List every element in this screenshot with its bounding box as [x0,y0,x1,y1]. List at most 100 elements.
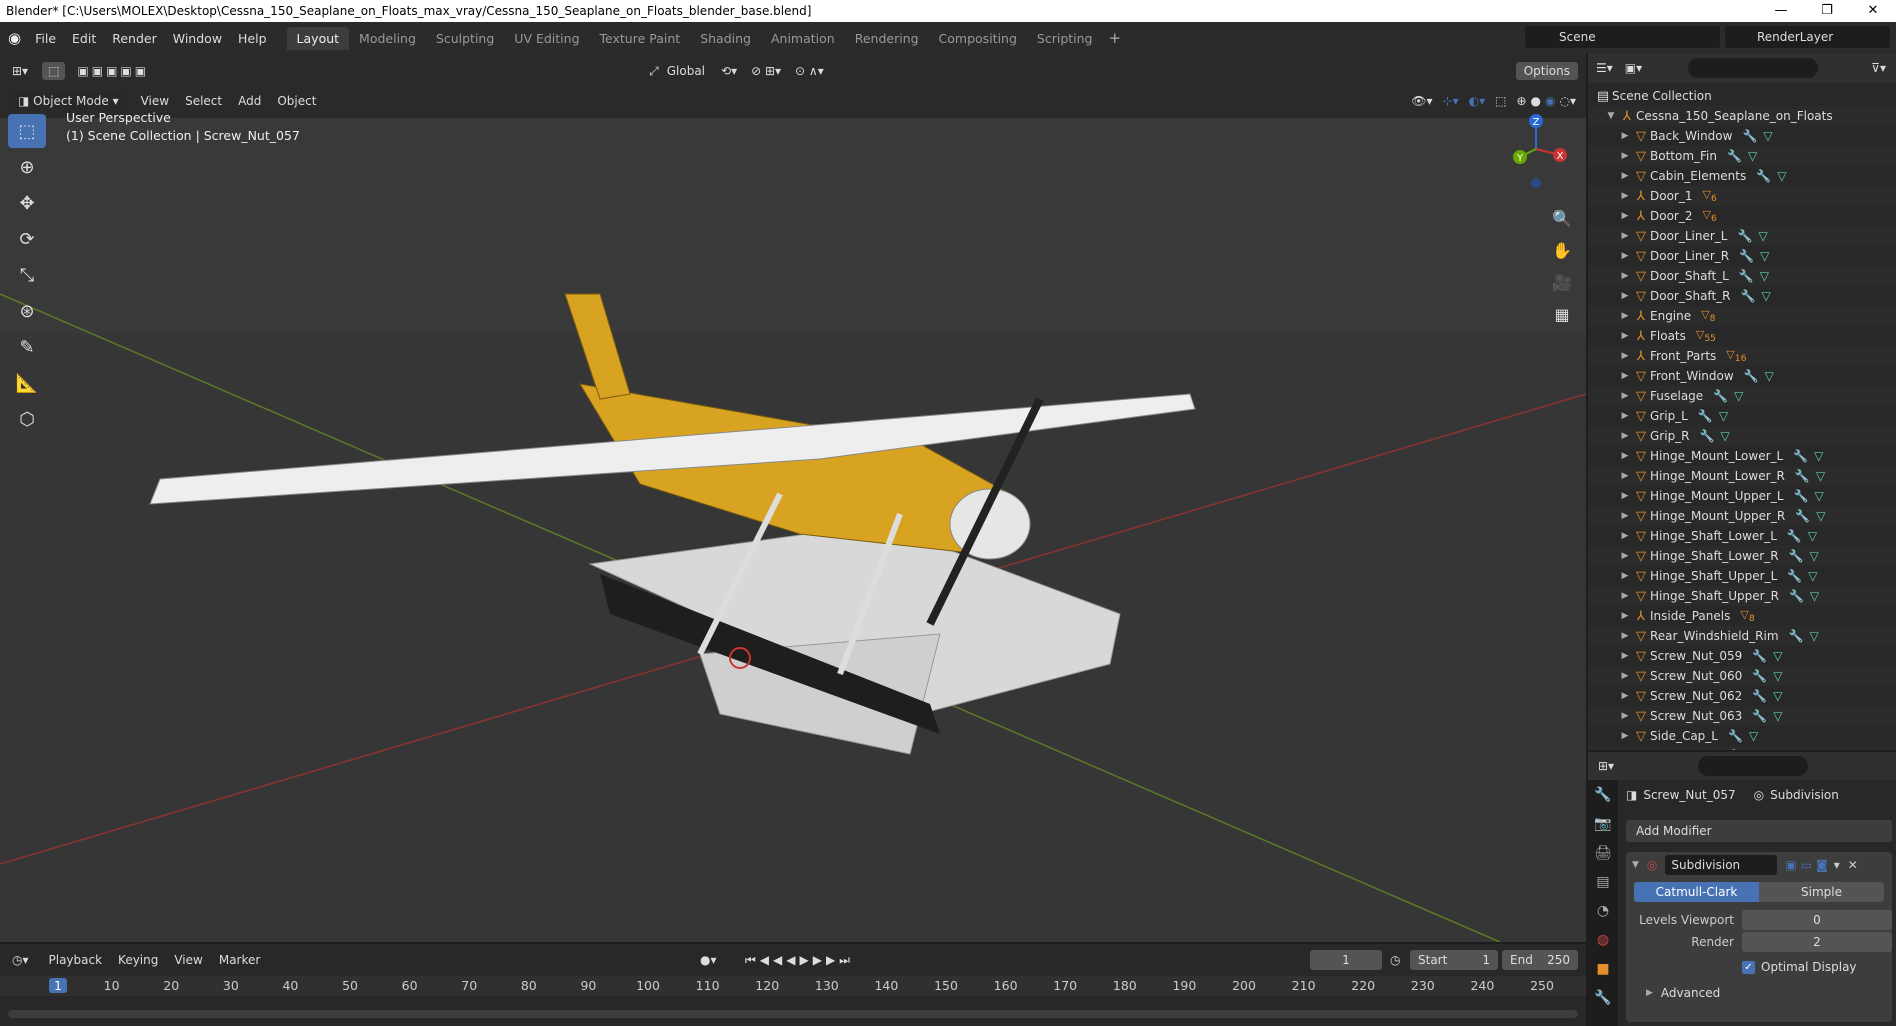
modifier-icon[interactable]: 🔧 [1737,229,1752,243]
mesh-data-icon[interactable]: ▽ [1751,749,1760,750]
mesh-data-icon[interactable]: ▽ [1765,369,1774,383]
children-count-badge[interactable]: ▽6 [1703,208,1717,224]
expand-right-icon[interactable]: ▶ [1618,471,1632,481]
modifier-icon[interactable]: 🔧 [1744,369,1759,383]
modifier-tab-icon[interactable]: 🔧 [1588,983,1618,1012]
outliner-row[interactable]: ▶ ▽ Door_Shaft_R 🔧 ▽ [1588,286,1896,306]
outliner-row[interactable]: ▶ ⅄ Door_2 ▽6 [1588,206,1896,226]
expand-right-icon[interactable]: ▶ [1618,571,1632,581]
select-tool-icon[interactable]: ⬚ [8,114,46,148]
modifier-icon[interactable]: 🔧 [1794,489,1809,503]
menu-item-help[interactable]: Help [230,31,275,46]
expand-right-icon[interactable]: ▶ [1618,631,1632,641]
expand-right-icon[interactable]: ▶ [1618,391,1632,401]
outliner-row[interactable]: ▶ ⅄ Floats ▽55 [1588,326,1896,346]
select-box-icon[interactable]: ⬚ [42,62,66,80]
outliner-row[interactable]: ▶ ▽ Hinge_Mount_Lower_R 🔧 ▽ [1588,466,1896,486]
renderlayer-selector[interactable]: RenderLayer [1725,26,1890,48]
current-frame-field[interactable]: 1 [1310,950,1382,970]
editmode-toggle-icon[interactable]: ▣ [1785,858,1796,872]
expand-right-icon[interactable]: ▶ [1618,231,1632,241]
mesh-data-icon[interactable]: ▽ [1816,509,1825,523]
expand-right-icon[interactable]: ▶ [1618,151,1632,161]
playback-controls[interactable]: ⏮◀◀◀▶▶▶⏭ [745,953,854,968]
mesh-data-icon[interactable]: ▽ [1815,489,1824,503]
modifier-icon[interactable]: 🔧 [1756,169,1771,183]
children-count-badge[interactable]: ▽8 [1701,308,1715,324]
mesh-data-icon[interactable]: ▽ [1773,709,1782,723]
outliner-row[interactable]: ▶ ▽ Screw_Nut_059 🔧 ▽ [1588,646,1896,666]
expand-right-icon[interactable]: ▶ [1618,171,1632,181]
outliner-row[interactable]: ▶ ▽ Door_Liner_R 🔧 ▽ [1588,246,1896,266]
expand-right-icon[interactable]: ▶ [1618,551,1632,561]
shading-material-icon[interactable]: ◉ [1545,94,1555,108]
expand-right-icon[interactable]: ▶ [1618,711,1632,721]
modifier-name-input[interactable]: Subdivision [1665,855,1778,875]
timeline-menu-keying[interactable]: Keying [110,951,166,969]
scene-collection-row[interactable]: ▤ Scene Collection [1588,86,1896,106]
modifier-icon[interactable]: 🔧 [1795,469,1810,483]
modifier-icon[interactable]: 🔧 [1795,509,1810,523]
mesh-data-icon[interactable]: ▽ [1773,649,1782,663]
modifier-icon[interactable]: 🔧 [1793,449,1808,463]
transform-tool-icon[interactable]: ⊛ [8,294,46,328]
visibility-icon[interactable]: 👁▾ [1411,94,1432,108]
tab-texture-paint[interactable]: Texture Paint [590,27,691,50]
expand-right-icon[interactable]: ▶ [1618,251,1632,261]
modifier-icon[interactable]: 🔧 [1787,529,1802,543]
mesh-data-icon[interactable]: ▽ [1720,429,1729,443]
close-icon[interactable]: ✕ [1850,0,1896,22]
expand-right-icon[interactable]: ▶ [1618,211,1632,221]
timeline-editor-icon[interactable]: ◷▾ [12,953,29,967]
expand-right-icon[interactable]: ▶ [1618,191,1632,201]
mesh-data-icon[interactable]: ▽ [1734,389,1743,403]
clock-icon[interactable]: ◷ [1390,953,1400,967]
pivot-icon[interactable]: ⟲▾ [721,64,737,78]
object-mode-dropdown[interactable]: ◨ Object Mode ▾ [10,92,127,110]
menu-item-file[interactable]: File [27,31,64,46]
expand-right-icon[interactable]: ▶ [1618,531,1632,541]
outliner-row[interactable]: ▶ ▽ Door_Liner_L 🔧 ▽ [1588,226,1896,246]
modifier-icon[interactable]: 🔧 [1741,289,1756,303]
mesh-data-icon[interactable]: ▽ [1808,529,1817,543]
viewport-menu-add[interactable]: Add [230,92,269,110]
tab-modeling[interactable]: Modeling [349,27,426,50]
filter-icon[interactable]: ⊽▾ [1871,61,1886,75]
rotate-tool-icon[interactable]: ⟳ [8,222,46,256]
annotate-tool-icon[interactable]: ✎ [8,330,46,364]
mesh-data-icon[interactable]: ▽ [1809,629,1818,643]
add-cube-tool-icon[interactable]: ⬡ [8,402,46,436]
expand-right-icon[interactable]: ▶ [1618,131,1632,141]
zoom-icon[interactable]: 🔍 [1548,204,1576,232]
outliner-row[interactable]: ▶ ▽ Hinge_Mount_Upper_L 🔧 ▽ [1588,486,1896,506]
children-count-badge[interactable]: ▽55 [1696,328,1716,344]
timeline-menu-marker[interactable]: Marker [211,951,268,969]
remove-modifier-icon[interactable]: ✕ [1848,858,1858,872]
modifier-icon[interactable]: 🔧 [1728,729,1743,743]
outliner-row[interactable]: ▶ ▽ Screw_Nut_062 🔧 ▽ [1588,686,1896,706]
outliner-row[interactable]: ▶ ▽ Hinge_Shaft_Lower_R 🔧 ▽ [1588,546,1896,566]
outliner-row[interactable]: ▶ ⅄ Door_1 ▽6 [1588,186,1896,206]
viewport-menu-select[interactable]: Select [177,92,230,110]
collapse-icon[interactable]: ▼ [1632,860,1639,870]
mesh-data-icon[interactable]: ▽ [1808,569,1817,583]
tab-animation[interactable]: Animation [761,27,845,50]
expand-right-icon[interactable]: ▶ [1618,371,1632,381]
mesh-data-icon[interactable]: ▽ [1810,589,1819,603]
outliner-row[interactable]: ▶ ▽ Screw_Nut_060 🔧 ▽ [1588,666,1896,686]
tab-scripting[interactable]: Scripting [1027,27,1103,50]
world-tab-icon[interactable]: ◍ [1588,925,1618,954]
mesh-data-icon[interactable]: ▽ [1773,669,1782,683]
gizmo-toggle-icon[interactable]: ⊹▾ [1443,94,1459,108]
move-tool-icon[interactable]: ✥ [8,186,46,220]
modifier-icon[interactable]: 🔧 [1752,689,1767,703]
scale-tool-icon[interactable]: ⤡ [8,258,46,292]
record-icon[interactable]: ●▾ [700,953,717,967]
outliner-row[interactable]: ▶ ▽ Front_Window 🔧 ▽ [1588,366,1896,386]
object-tab-icon[interactable]: ■ [1588,954,1618,983]
mesh-data-icon[interactable]: ▽ [1758,229,1767,243]
camera-view-icon[interactable]: 🎥 [1548,268,1576,296]
modifier-icon[interactable]: 🔧 [1789,589,1804,603]
children-count-badge[interactable]: ▽8 [1740,608,1754,624]
render-levels-field[interactable]: 2 [1742,932,1892,952]
